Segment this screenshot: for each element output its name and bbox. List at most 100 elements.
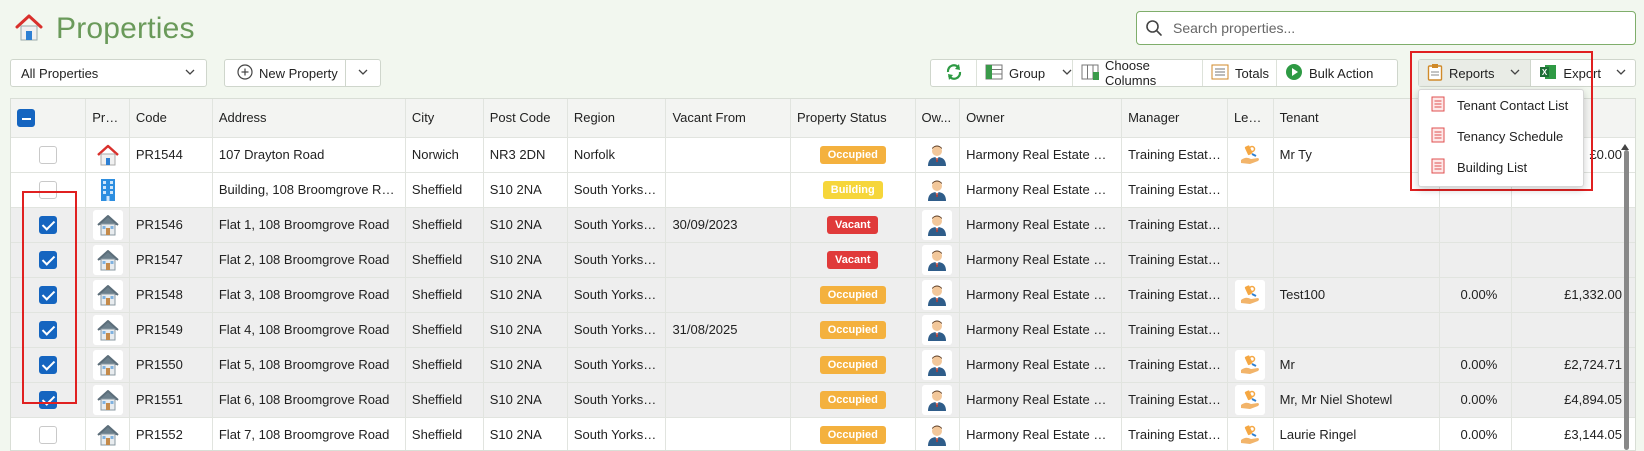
- row-checkbox[interactable]: [39, 390, 58, 409]
- vertical-scrollbar[interactable]: [1624, 150, 1629, 450]
- column-header-tenant[interactable]: Tenant: [1273, 99, 1440, 138]
- row-checkbox-cell[interactable]: [11, 277, 87, 313]
- status-badge: Building: [822, 180, 883, 199]
- city-cell: Sheffield: [405, 312, 484, 348]
- house-icon: [92, 209, 123, 240]
- house-icon: [92, 419, 123, 450]
- property-type-cell: [85, 137, 130, 173]
- row-checkbox[interactable]: [39, 250, 58, 269]
- row-checkbox[interactable]: [39, 180, 58, 199]
- owner-avatar-icon: [922, 349, 953, 380]
- address-cell: Flat 6, 108 Broomgrove Road: [212, 382, 406, 418]
- new-property-options-button[interactable]: [346, 60, 380, 86]
- select-all-checkbox-cell[interactable]: [11, 99, 87, 138]
- vacant-from-cell: [665, 242, 791, 278]
- row-checkbox-cell[interactable]: [11, 382, 87, 418]
- city-cell: Sheffield: [405, 417, 484, 450]
- menu-item-tenant-contact-list[interactable]: Tenant Contact List: [1419, 90, 1583, 121]
- building-icon: [92, 174, 123, 205]
- bulk-action-button[interactable]: Bulk Action: [1277, 60, 1385, 86]
- status-badge: Occupied: [819, 320, 886, 339]
- menu-item-tenancy-schedule[interactable]: Tenancy Schedule: [1419, 121, 1583, 152]
- owner-cell: Harmony Real Estate Group: [959, 172, 1123, 208]
- export-button[interactable]: X Export: [1531, 60, 1635, 86]
- status-badge: Occupied: [819, 425, 886, 444]
- column-header-vacant-from[interactable]: Vacant From: [665, 99, 791, 138]
- column-header-city[interactable]: City: [405, 99, 484, 138]
- manager-cell: Training Estate...: [1121, 382, 1228, 418]
- table-row[interactable]: PR1549 Flat 4, 108 Broomgrove Road Sheff…: [11, 312, 1635, 348]
- chevron-down-icon: [184, 66, 196, 81]
- choose-columns-button[interactable]: Choose Columns: [1073, 58, 1203, 88]
- row-checkbox[interactable]: [39, 425, 58, 444]
- owner-avatar-icon: [922, 244, 953, 275]
- table-row[interactable]: Building, 108 Broomgrove Road Sheffield …: [11, 172, 1635, 208]
- table-row[interactable]: PR1547 Flat 2, 108 Broomgrove Road Sheff…: [11, 242, 1635, 278]
- column-header-property-status[interactable]: Property Status: [790, 99, 916, 138]
- menu-item-building-list[interactable]: Building List: [1419, 152, 1583, 183]
- lease-cell: [1227, 417, 1274, 450]
- search-input[interactable]: [1171, 17, 1621, 39]
- table-row[interactable]: PR1544 107 Drayton Road Norwich NR3 2DN …: [11, 137, 1635, 173]
- search-box[interactable]: [1136, 11, 1636, 45]
- region-cell: South Yorkshire: [567, 242, 667, 278]
- column-header-lease[interactable]: Leas...: [1227, 99, 1274, 138]
- row-checkbox-cell[interactable]: [11, 137, 87, 173]
- new-property-button[interactable]: New Property: [225, 60, 347, 86]
- house-icon: [92, 349, 123, 380]
- column-header-manager[interactable]: Manager: [1121, 99, 1228, 138]
- amount-cell: [1511, 207, 1635, 243]
- row-checkbox-cell[interactable]: [11, 347, 87, 383]
- owner-cell: Harmony Real Estate Group: [959, 242, 1123, 278]
- table-row[interactable]: PR1551 Flat 6, 108 Broomgrove Road Sheff…: [11, 382, 1635, 418]
- column-header-code[interactable]: Code: [129, 99, 213, 138]
- row-checkbox[interactable]: [39, 145, 58, 164]
- new-property-button-group: New Property: [224, 59, 381, 87]
- column-header-owner-icon[interactable]: Ow...: [915, 99, 961, 138]
- percent-cell: 0.00%: [1439, 277, 1513, 313]
- owner-icon-cell: [915, 242, 961, 278]
- column-header-address[interactable]: Address: [212, 99, 406, 138]
- row-checkbox-cell[interactable]: [11, 417, 87, 450]
- column-header-property-type[interactable]: Pro...: [85, 99, 130, 138]
- row-checkbox-cell[interactable]: [11, 207, 87, 243]
- row-checkbox[interactable]: [39, 320, 58, 339]
- row-checkbox[interactable]: [39, 215, 58, 234]
- view-selector-dropdown[interactable]: All Properties: [10, 59, 207, 87]
- select-all-checkbox[interactable]: [17, 108, 35, 127]
- table-row[interactable]: PR1550 Flat 5, 108 Broomgrove Road Sheff…: [11, 347, 1635, 383]
- lease-handshake-icon: [1235, 384, 1266, 415]
- owner-avatar-icon: [922, 209, 953, 240]
- chevron-down-icon: [357, 66, 369, 81]
- table-row[interactable]: PR1548 Flat 3, 108 Broomgrove Road Sheff…: [11, 277, 1635, 313]
- totals-button[interactable]: Totals: [1203, 60, 1277, 86]
- tenant-cell: [1273, 312, 1440, 348]
- house-red-icon: [92, 139, 123, 170]
- row-checkbox-cell[interactable]: [11, 172, 87, 208]
- percent-cell: [1439, 207, 1513, 243]
- city-cell: Sheffield: [405, 277, 484, 313]
- menu-item-label: Building List: [1457, 160, 1528, 175]
- column-header-owner[interactable]: Owner: [959, 99, 1123, 138]
- row-checkbox[interactable]: [39, 355, 58, 374]
- tenant-cell: [1273, 242, 1440, 278]
- table-row[interactable]: PR1552 Flat 7, 108 Broomgrove Road Sheff…: [11, 417, 1635, 450]
- property-status-cell: Occupied: [790, 277, 916, 313]
- group-button[interactable]: Group: [977, 60, 1073, 86]
- post-code-cell: S10 2NA: [483, 417, 568, 450]
- row-checkbox-cell[interactable]: [11, 242, 87, 278]
- row-checkbox-cell[interactable]: [11, 312, 87, 348]
- reports-button[interactable]: Reports: [1419, 60, 1532, 86]
- scroll-up-arrow-icon[interactable]: [1620, 140, 1630, 150]
- bulk-action-icon: [1285, 63, 1303, 84]
- owner-cell: Harmony Real Estate Group: [959, 382, 1123, 418]
- table-row[interactable]: PR1546 Flat 1, 108 Broomgrove Road Sheff…: [11, 207, 1635, 243]
- row-checkbox[interactable]: [39, 285, 58, 304]
- refresh-button[interactable]: [931, 60, 977, 86]
- manager-cell: Training Estate...: [1121, 207, 1228, 243]
- properties-grid: Pro... Code Address City Post Code Regio…: [10, 98, 1636, 451]
- column-header-region[interactable]: Region: [567, 99, 667, 138]
- code-cell: PR1550: [129, 347, 213, 383]
- owner-avatar-icon: [922, 419, 953, 450]
- column-header-post-code[interactable]: Post Code: [483, 99, 568, 138]
